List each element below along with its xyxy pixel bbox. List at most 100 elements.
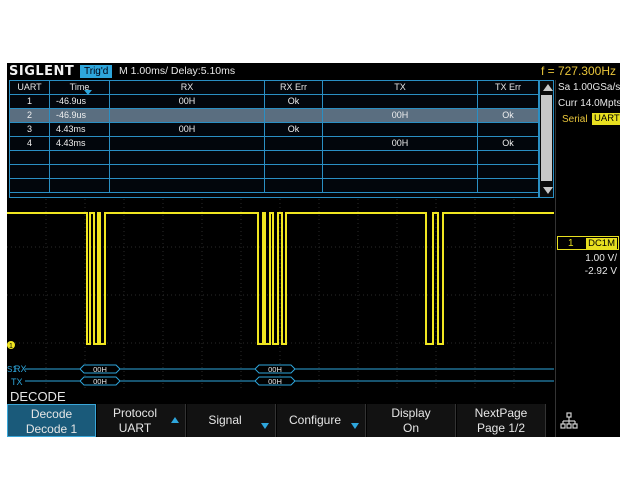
cell-time — [50, 151, 110, 164]
softkey-label: Configure — [288, 413, 342, 427]
column-header-tx[interactable]: TX — [323, 81, 478, 94]
table-row[interactable]: 1 -46.9us 00H Ok — [10, 95, 538, 109]
cell-rx-err — [265, 109, 323, 122]
cell-tx-err — [478, 123, 538, 136]
network-icon[interactable] — [560, 412, 578, 430]
arrow-down-icon — [261, 423, 269, 429]
brand-logo: SIGLENT — [9, 64, 75, 79]
timebase-readout[interactable]: M 1.00ms/ Delay:5.10ms — [119, 65, 235, 77]
cell-tx-err: Ok — [502, 138, 514, 148]
cell-tx-err — [478, 179, 538, 192]
frequency-readout: f = 727.300Hz — [540, 64, 616, 78]
cell-tx-err — [478, 95, 538, 108]
serial-label: Serial — [562, 114, 588, 125]
decode-softkey[interactable]: Decode Decode 1 — [7, 404, 96, 437]
table-row[interactable] — [10, 165, 538, 179]
scroll-down-icon[interactable] — [543, 187, 553, 194]
cell-tx-err — [478, 165, 538, 178]
cell-tx: 00H — [323, 109, 478, 122]
display-softkey[interactable]: Display On — [367, 404, 456, 437]
bus-packet-value: 00H — [268, 365, 282, 374]
bus-packet-value: 00H — [93, 365, 107, 374]
trace-path — [7, 212, 554, 345]
configure-softkey[interactable]: Configure — [277, 404, 366, 437]
sample-rate: Sa 1.00GSa/s — [558, 82, 620, 93]
cell-rx-err: Ok — [265, 123, 323, 136]
status-bar: SIGLENT Trig'd M 1.00ms/ Delay:5.10ms f … — [7, 63, 620, 80]
cell-tx-err — [478, 151, 538, 164]
cell-time — [50, 179, 110, 192]
column-header-rx-err[interactable]: RX Err — [265, 81, 323, 94]
cell-uart — [10, 165, 50, 178]
cell-uart: 2 — [10, 109, 50, 122]
cell-rx — [110, 165, 265, 178]
softkey-value: Decode 1 — [25, 422, 78, 436]
softkey-value: Page 1/2 — [476, 421, 526, 435]
cell-time: 4.43ms — [50, 123, 110, 136]
rx-packets: 00H 00H — [25, 364, 554, 374]
cell-tx — [323, 95, 478, 108]
column-header-uart[interactable]: UART — [10, 81, 50, 94]
protocol-softkey[interactable]: Protocol UART — [97, 404, 186, 437]
cell-time: -46.9us — [50, 109, 110, 122]
table-row[interactable]: 2 -46.9us 00H Ok — [10, 109, 538, 123]
cell-uart — [10, 179, 50, 192]
menu-title: DECODE — [10, 389, 66, 404]
cell-time — [50, 165, 110, 178]
channel-1-ground-marker: 1 — [7, 341, 15, 350]
cell-time: -46.9us — [50, 95, 110, 108]
cell-rx — [110, 109, 265, 122]
scroll-thumb[interactable] — [541, 95, 552, 181]
softkey-label: Decode — [30, 407, 73, 421]
oscilloscope-screen: SIGLENT Trig'd M 1.00ms/ Delay:5.10ms f … — [7, 63, 620, 437]
table-scrollbar[interactable] — [539, 80, 554, 198]
cell-uart: 1 — [10, 95, 50, 108]
rx-lane-label: RX — [14, 364, 27, 374]
serial-protocol-badge[interactable]: UART — [592, 113, 620, 125]
cell-uart — [10, 151, 50, 164]
softkey-value: UART — [118, 421, 152, 435]
signal-softkey[interactable]: Signal — [187, 404, 276, 437]
table-row[interactable] — [10, 151, 538, 165]
cell-rx: 00H — [110, 123, 265, 136]
scroll-up-icon[interactable] — [543, 84, 553, 91]
acquisition-panel: Sa 1.00GSa/s Curr 14.0Mpts Serial UART 1… — [555, 80, 620, 437]
trigger-status-badge[interactable]: Trig'd — [80, 65, 113, 78]
decode-list-table: UART Time RX RX Err TX TX Err 1 -46.9us 00… — [9, 80, 539, 198]
cell-tx — [323, 151, 478, 164]
channel-offset: -2.92 V — [584, 266, 617, 277]
cell-time: 4.43ms — [50, 137, 110, 150]
svg-text:1: 1 — [9, 343, 13, 350]
table-row[interactable]: 3 4.43ms 00H Ok — [10, 123, 538, 137]
cell-rx: 00H — [110, 95, 265, 108]
table-row[interactable]: 4 4.43ms 00H Ok — [10, 137, 538, 151]
bus-packet-value: 00H — [268, 377, 282, 386]
cell-rx — [110, 179, 265, 192]
cell-uart: 3 — [10, 123, 50, 136]
cell-rx-err — [265, 137, 323, 150]
column-header-rx[interactable]: RX — [110, 81, 265, 94]
cell-tx — [323, 179, 478, 192]
cell-tx-err: Ok — [502, 110, 514, 120]
table-row[interactable] — [10, 179, 538, 193]
softkey-label: Signal — [208, 413, 242, 427]
cell-rx-err — [265, 179, 323, 192]
cell-uart: 4 — [10, 137, 50, 150]
bus-lanes: S1 RX TX 00H 00H 00H 00H — [7, 364, 554, 387]
channel-1-trace — [7, 212, 554, 345]
column-header-time[interactable]: Time — [50, 81, 110, 94]
bus-packet-value: 00H — [93, 377, 107, 386]
cell-rx — [110, 137, 265, 150]
next-page-softkey[interactable]: NextPage Page 1/2 — [457, 404, 546, 437]
column-header-tx-err[interactable]: TX Err — [478, 81, 538, 94]
softkey-label: Display — [391, 406, 431, 420]
tx-lane-label: TX — [11, 377, 23, 387]
channel-coupling: DC1M — [586, 238, 617, 249]
channel-1-box[interactable]: 1 DC1M — [557, 236, 619, 250]
channel-scale: 1.00 V/ — [585, 253, 617, 264]
softkey-label: NextPage — [474, 406, 528, 420]
cell-tx — [323, 165, 478, 178]
arrow-down-icon — [351, 423, 359, 429]
softkey-label: Protocol — [112, 406, 158, 420]
softkey-bar: Decode Decode 1 Protocol UART Signal Con… — [7, 404, 620, 437]
